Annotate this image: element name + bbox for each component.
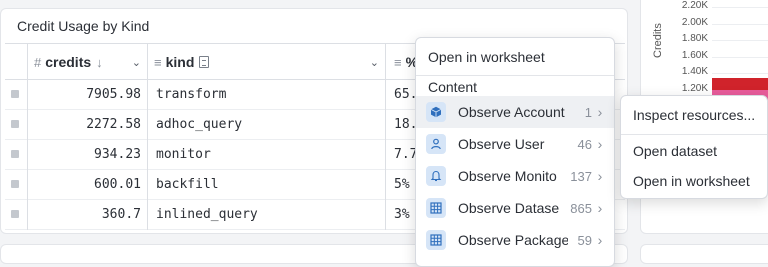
cell-kind: monitor — [147, 140, 385, 170]
menu-item-observe-user[interactable]: Observe User 46 › — [416, 128, 614, 160]
menu-item-count: 865 — [570, 200, 592, 216]
chevron-right-icon: › — [597, 232, 603, 248]
chart-tick-label: 1.60K — [681, 49, 708, 61]
chart-panel-lower — [640, 244, 768, 264]
chart-tick-label: 1.40K — [681, 66, 708, 77]
table-icon — [426, 230, 446, 250]
chart-gridline — [712, 7, 768, 8]
submenu-open-worksheet[interactable]: Open in worksheet — [621, 166, 767, 196]
chart-gridline — [712, 73, 768, 74]
context-menu: Open in worksheet Content Observe Accoun… — [415, 37, 615, 267]
cell-credits: 360.7 — [27, 200, 147, 230]
cube-icon — [426, 102, 446, 122]
menu-item-count: 59 — [577, 232, 592, 248]
menu-divider — [416, 75, 614, 76]
cell-kind: transform — [147, 80, 385, 110]
row-handle-icon[interactable] — [11, 90, 19, 98]
chart-gridline — [712, 56, 768, 58]
user-icon — [426, 134, 446, 154]
column-kind[interactable]: ≡ kind ⌄ — [147, 44, 385, 80]
column-credits-label: credits — [45, 54, 92, 70]
cell-credits: 934.23 — [27, 140, 147, 170]
chevron-right-icon: › — [597, 168, 603, 184]
row-handle-icon[interactable] — [11, 210, 19, 218]
chevron-down-icon[interactable]: ⌄ — [132, 56, 141, 69]
chart-ylabel: Credits — [652, 23, 664, 58]
column-credits[interactable]: # credits ↓ ⌄ — [27, 44, 147, 80]
menu-item-label: Observe Monito — [458, 168, 557, 184]
menu-item-observe-datase[interactable]: Observe Datase 865 › — [416, 192, 614, 224]
submenu-open-dataset[interactable]: Open dataset — [621, 136, 767, 166]
submenu-inspect-resources[interactable]: Inspect resources... — [621, 100, 767, 130]
menu-content-label: Content — [428, 79, 478, 95]
chart-tick-label: 1.80K — [681, 33, 708, 44]
panel-title: Credit Usage by Kind — [17, 18, 150, 34]
text-lines-icon: ≡ — [154, 54, 162, 70]
menu-item-label: Observe Package — [458, 232, 568, 248]
chevron-down-icon[interactable]: ⌄ — [370, 56, 379, 69]
row-handle-icon[interactable] — [11, 150, 19, 158]
document-icon — [199, 56, 210, 68]
menu-item-count: 46 — [577, 136, 592, 152]
menu-item-count: 1 — [584, 104, 592, 120]
column-kind-label: kind — [165, 54, 195, 70]
sort-desc-icon[interactable]: ↓ — [96, 55, 103, 70]
cell-kind: inlined_query — [147, 200, 385, 230]
hash-icon: # — [34, 54, 42, 70]
cell-credits: 600.01 — [27, 170, 147, 200]
row-handle-icon[interactable] — [11, 120, 19, 128]
chevron-right-icon: › — [597, 104, 603, 120]
chart-tick-label: 2.00K — [681, 16, 708, 28]
chart-bar-red[interactable] — [712, 78, 768, 90]
row-handle-icon[interactable] — [11, 180, 19, 188]
menu-item-label: Observe User — [458, 136, 545, 152]
table-icon — [426, 198, 446, 218]
menu-item-observe-package[interactable]: Observe Package 59 › — [416, 224, 614, 256]
menu-item-label: Observe Datase — [458, 200, 560, 216]
chevron-right-icon: › — [597, 136, 603, 152]
bell-icon — [426, 166, 446, 186]
text-lines-icon: ≡ — [394, 54, 402, 70]
chart-gridline — [712, 23, 768, 25]
cell-kind: adhoc_query — [147, 110, 385, 140]
cell-credits: 7905.98 — [27, 80, 147, 110]
cell-credits: 2272.58 — [27, 110, 147, 140]
menu-item-label: Observe Account — [458, 104, 565, 120]
menu-item-count: 137 — [570, 168, 592, 184]
chevron-right-icon: › — [597, 200, 603, 216]
menu-item-observe-monito[interactable]: Observe Monito 137 › — [416, 160, 614, 192]
chart-gridline — [712, 40, 768, 41]
menu-open-worksheet[interactable]: Open in worksheet — [416, 42, 614, 72]
menu-item-observe-account[interactable]: Observe Account 1 › — [416, 96, 614, 128]
submenu: Inspect resources... Open dataset Open i… — [620, 95, 768, 199]
submenu-divider — [621, 134, 767, 135]
chart-tick-label: 1.20K — [681, 82, 708, 94]
chart-tick-label: 2.20K — [681, 0, 708, 11]
cell-kind: backfill — [147, 170, 385, 200]
